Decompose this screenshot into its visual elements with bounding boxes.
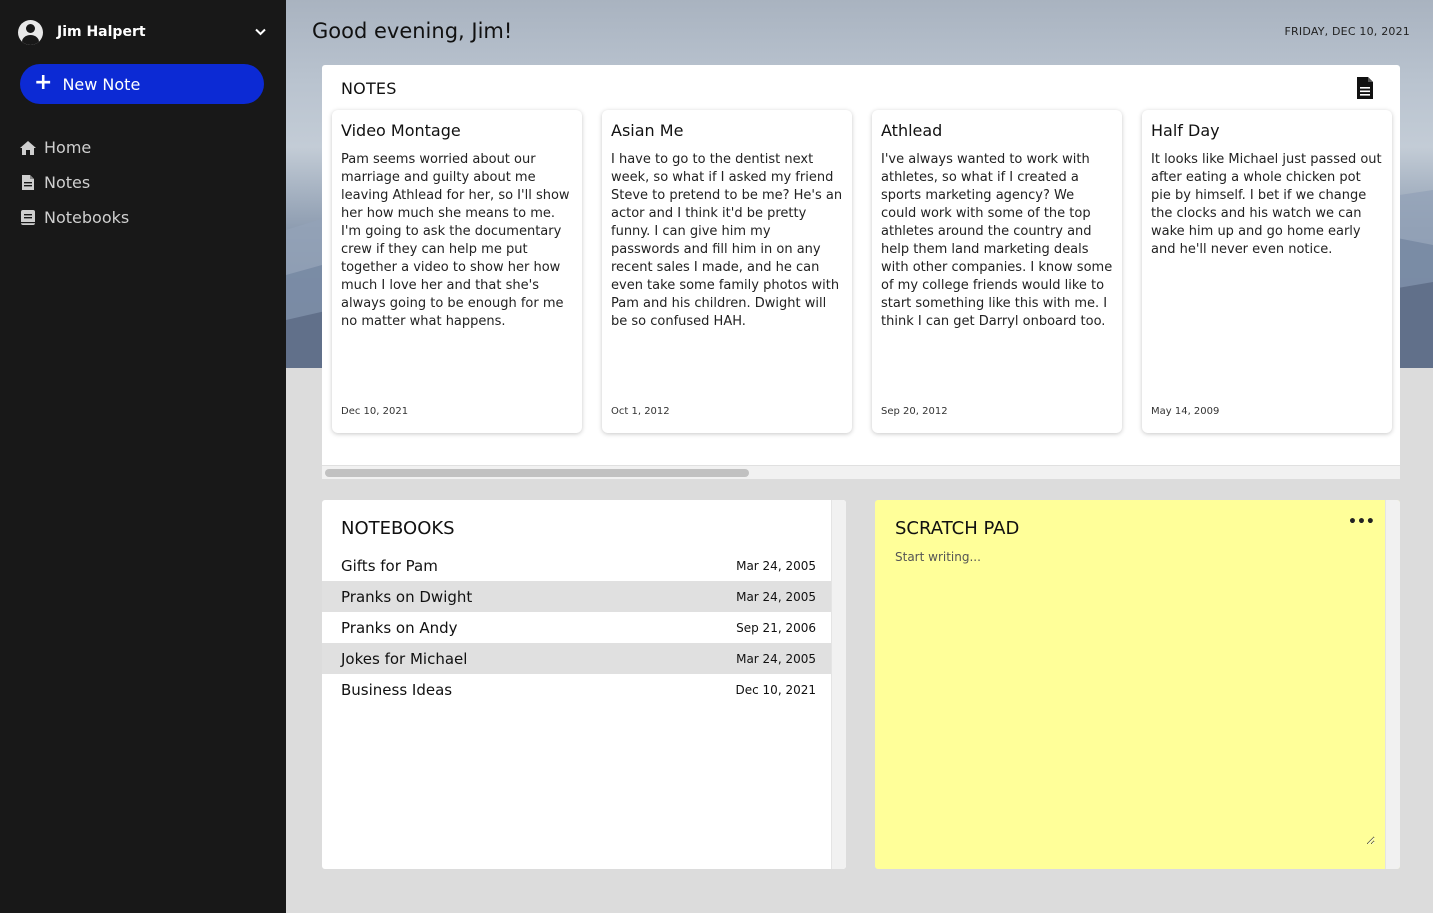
sidebar-item-label: Notes — [44, 173, 91, 192]
sidebar-nav: Home Notes Notebooks — [20, 130, 129, 235]
notebooks-panel: NOTEBOOKS Gifts for Pam Mar 24, 2005 Pra… — [322, 500, 846, 869]
scratch-pad-title: SCRATCH PAD — [895, 518, 1020, 539]
sidebar-item-notebooks[interactable]: Notebooks — [20, 200, 129, 235]
notebook-name: Jokes for Michael — [341, 649, 468, 668]
note-title: Half Day — [1151, 121, 1220, 140]
notebook-icon — [20, 210, 36, 226]
notebook-row[interactable]: Business Ideas Dec 10, 2021 — [322, 674, 831, 705]
note-body: I have to go to the dentist next week, s… — [611, 152, 843, 329]
note-card[interactable]: Athlead I've always wanted to work with … — [872, 110, 1122, 433]
chevron-down-icon[interactable] — [255, 27, 266, 38]
note-card[interactable]: Video Montage Pam seems worried about ou… — [332, 110, 582, 433]
new-note-button[interactable]: + New Note — [20, 64, 264, 104]
current-date: FRIDAY, DEC 10, 2021 — [1284, 25, 1410, 38]
note-body: It looks like Michael just passed out af… — [1151, 152, 1382, 257]
notebook-row[interactable]: Pranks on Dwight Mar 24, 2005 — [322, 581, 831, 612]
plus-icon: + — [34, 69, 53, 95]
note-date: Dec 10, 2021 — [341, 406, 409, 417]
sidebar-item-home[interactable]: Home — [20, 130, 129, 165]
note-date: Sep 20, 2012 — [881, 406, 948, 417]
note-date: May 14, 2009 — [1151, 406, 1220, 417]
note-cards: Video Montage Pam seems worried about ou… — [332, 110, 1392, 433]
scrollbar-thumb[interactable] — [325, 469, 749, 477]
greeting: Good evening, Jim! — [312, 19, 513, 43]
note-title: Athlead — [881, 121, 943, 140]
notebook-date: Sep 21, 2006 — [736, 620, 816, 635]
notebook-row[interactable]: Jokes for Michael Mar 24, 2005 — [322, 643, 831, 674]
new-note-label: New Note — [62, 74, 141, 94]
more-options-icon[interactable]: ••• — [1348, 515, 1375, 531]
notebook-name: Pranks on Dwight — [341, 587, 473, 606]
note-date: Oct 1, 2012 — [611, 406, 670, 417]
notebooks-list: Gifts for Pam Mar 24, 2005 Pranks on Dwi… — [322, 550, 831, 705]
user-name: Jim Halpert — [57, 24, 146, 40]
notes-title: NOTES — [341, 79, 397, 98]
note-title: Asian Me — [611, 121, 684, 140]
notebook-name: Gifts for Pam — [341, 556, 438, 575]
user-avatar-icon — [18, 19, 43, 45]
notebooks-vertical-scrollbar[interactable] — [831, 500, 846, 869]
notebook-row[interactable]: Pranks on Andy Sep 21, 2006 — [322, 612, 831, 643]
notebook-date: Mar 24, 2005 — [736, 651, 816, 666]
sidebar-item-notes[interactable]: Notes — [20, 165, 129, 200]
notebook-row[interactable]: Gifts for Pam Mar 24, 2005 — [322, 550, 831, 581]
main-content: Good evening, Jim! FRIDAY, DEC 10, 2021 … — [286, 0, 1433, 913]
scratch-pad-vertical-scrollbar[interactable] — [1385, 500, 1400, 869]
note-body: Pam seems worried about our marriage and… — [341, 152, 570, 329]
sidebar-item-label: Home — [44, 138, 92, 157]
notebook-name: Pranks on Andy — [341, 618, 458, 637]
scratch-pad-panel: SCRATCH PAD ••• — [875, 500, 1400, 869]
sidebar: Jim Halpert + New Note Home Notes Notebo… — [0, 0, 286, 913]
notebook-name: Business Ideas — [341, 680, 453, 699]
home-icon — [20, 140, 36, 156]
notebook-date: Mar 24, 2005 — [736, 558, 816, 573]
notebook-date: Mar 24, 2005 — [736, 589, 816, 604]
note-body: I've always wanted to work with athletes… — [881, 152, 1113, 329]
notebooks-title: NOTEBOOKS — [341, 518, 455, 539]
notebook-date: Dec 10, 2021 — [735, 682, 816, 697]
sidebar-item-label: Notebooks — [44, 208, 130, 227]
note-card[interactable]: Asian Me I have to go to the dentist nex… — [602, 110, 852, 433]
note-title: Video Montage — [341, 121, 461, 140]
notes-panel: NOTES Video Montage Pam seems worried ab… — [322, 65, 1400, 479]
document-icon[interactable] — [1356, 77, 1374, 99]
user-menu[interactable]: Jim Halpert — [18, 19, 270, 45]
note-card[interactable]: Half Day It looks like Michael just pass… — [1142, 110, 1392, 433]
notes-horizontal-scrollbar[interactable] — [322, 465, 1400, 479]
note-icon — [20, 175, 36, 191]
scratch-pad-input[interactable] — [895, 550, 1375, 845]
